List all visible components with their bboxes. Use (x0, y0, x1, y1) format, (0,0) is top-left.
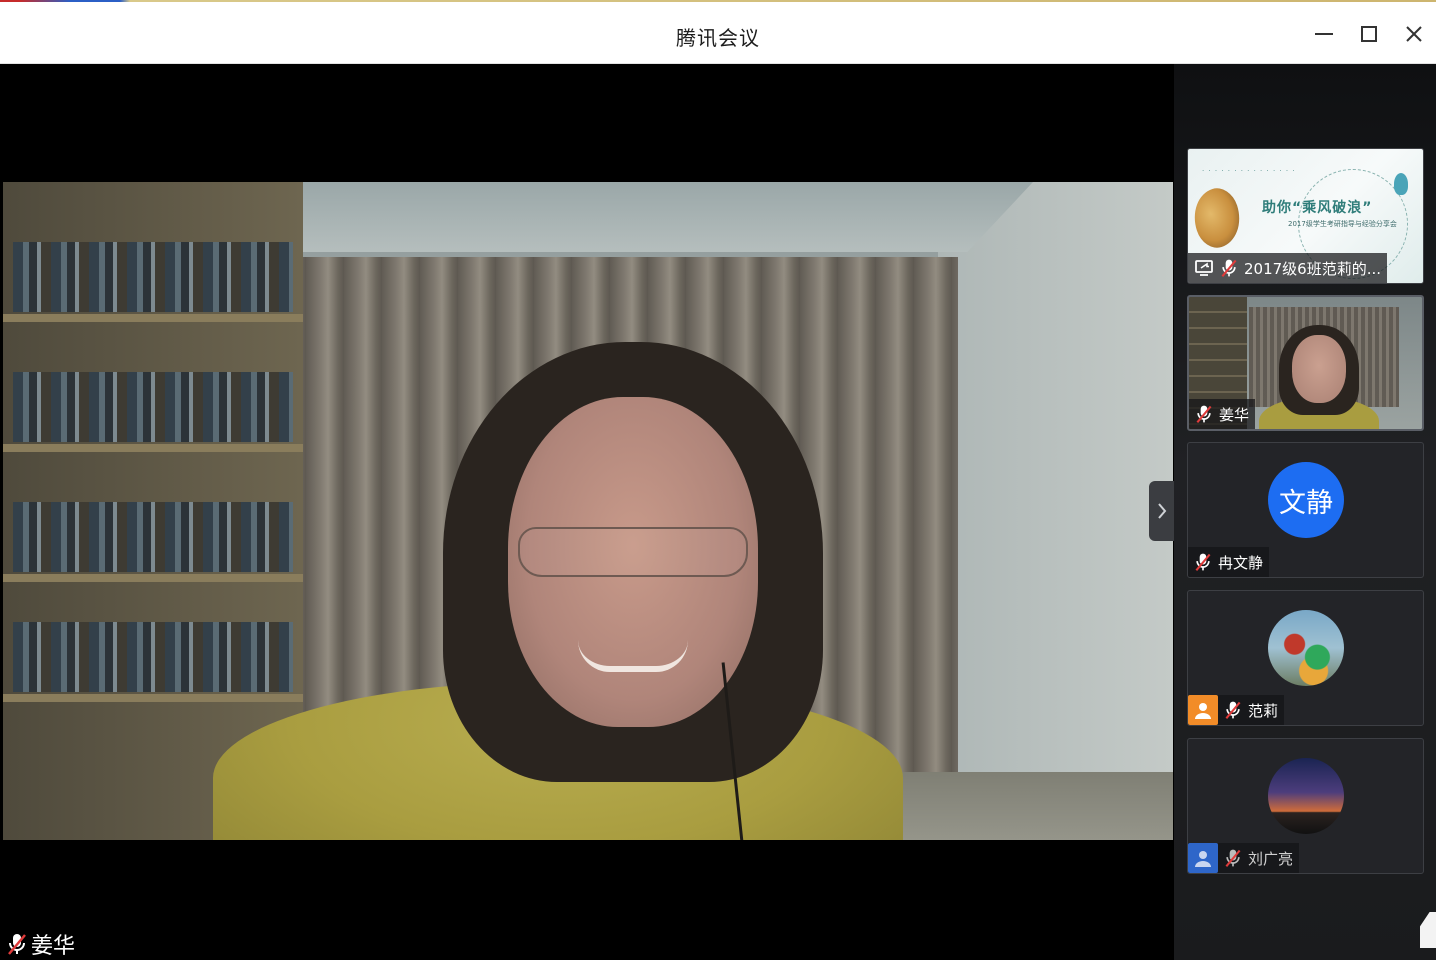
participant-tile-screen-share[interactable]: · · · · · · · · · · · · · · · 助你“乘风破浪” 2… (1187, 148, 1424, 284)
minimize-button[interactable] (1310, 20, 1338, 48)
mic-muted-icon (1195, 553, 1211, 572)
participant-name: 姜华 (1219, 405, 1250, 424)
mic-muted-icon (1225, 701, 1241, 720)
main-video-area[interactable]: 姜华 (3, 64, 1173, 960)
participant-name: 范莉 (1248, 701, 1279, 720)
participant-name: 2017级6班范莉的... (1244, 259, 1382, 278)
mic-muted-icon (8, 934, 26, 955)
collapse-sidebar-button[interactable] (1149, 481, 1174, 541)
close-button[interactable] (1400, 20, 1428, 48)
slide-subtitle: 2017级学生考研指导与经验分享会 (1288, 220, 1397, 228)
mic-muted-icon (1221, 259, 1237, 278)
minimize-icon (1315, 33, 1333, 35)
tile-label: 范莉 (1188, 695, 1285, 725)
participant-tile-avatar[interactable]: 文静 冉文静 (1187, 442, 1424, 578)
avatar (1268, 758, 1344, 834)
user-badge (1188, 695, 1218, 725)
mic-muted-icon (1225, 849, 1241, 868)
title-bar: 腾讯会议 (0, 0, 1436, 64)
user-icon (1195, 851, 1211, 867)
tile-label: 姜华 (1189, 399, 1256, 429)
participant-tile-avatar[interactable]: 刘广亮 (1187, 738, 1424, 874)
chevron-right-icon (1157, 503, 1166, 519)
main-speaker-name: 姜华 (31, 934, 76, 959)
participant-tile-video[interactable]: 姜华 (1187, 295, 1424, 431)
participant-name: 冉文静 (1218, 553, 1264, 572)
speaker-glasses (518, 527, 748, 577)
butterfly-graphic (1188, 183, 1248, 253)
slide-heading: 助你“乘风破浪” (1262, 200, 1373, 216)
tile-label: 刘广亮 (1188, 843, 1300, 873)
tile-label: 冉文静 (1188, 547, 1270, 577)
mic-muted-icon (1196, 405, 1212, 424)
close-icon (1406, 26, 1422, 42)
participant-name: 刘广亮 (1248, 849, 1294, 868)
avatar (1268, 610, 1344, 686)
screen-share-icon (1195, 260, 1213, 276)
user-icon (1195, 703, 1211, 719)
main-speaker-label: 姜华 (7, 928, 75, 960)
speaker-video (3, 182, 1173, 840)
window-title: 腾讯会议 (676, 26, 760, 50)
maximize-icon (1361, 26, 1377, 42)
maximize-button[interactable] (1355, 20, 1383, 48)
taskbar-strip (0, 0, 1436, 2)
participant-tile-avatar[interactable]: 范莉 (1187, 590, 1424, 726)
user-badge (1188, 843, 1218, 873)
avatar: 文静 (1268, 462, 1344, 538)
tile-label: 2017级6班范莉的... (1188, 253, 1388, 283)
